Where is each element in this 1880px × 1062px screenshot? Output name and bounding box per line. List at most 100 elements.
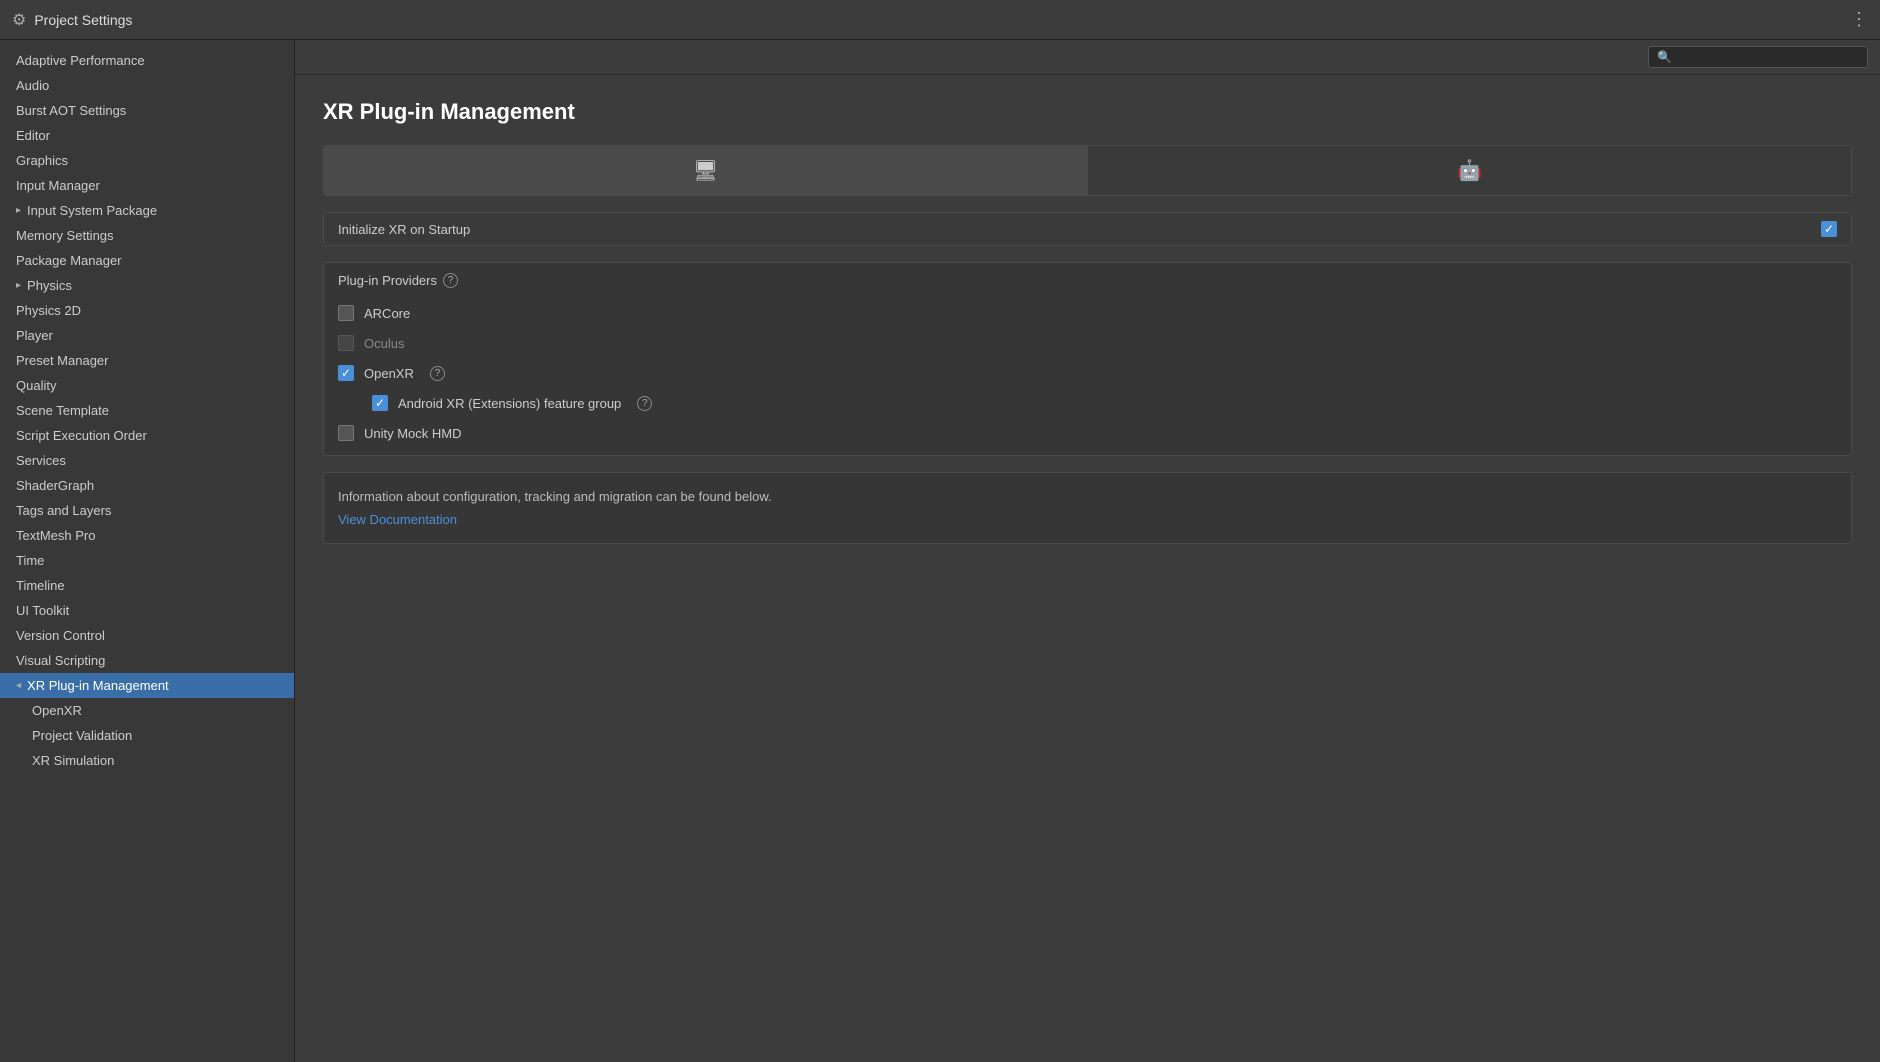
- sidebar-item-label: Time: [16, 553, 44, 568]
- gear-icon: ⚙: [12, 10, 26, 30]
- sidebar-item-physics[interactable]: ▸Physics: [0, 273, 294, 298]
- sidebar-item-label: Version Control: [16, 628, 105, 643]
- sidebar-item-input-system-package[interactable]: ▸ Input System Package: [0, 198, 294, 223]
- sidebar-item-openxr[interactable]: OpenXR: [0, 698, 294, 723]
- initialize-xr-label: Initialize XR on Startup: [338, 222, 1821, 237]
- triangle-icon: ▸: [16, 280, 21, 291]
- tab-desktop[interactable]: 🖥: [324, 146, 1088, 195]
- search-input[interactable]: [1678, 50, 1859, 64]
- sidebar-item-package-manager[interactable]: Package Manager: [0, 248, 294, 273]
- provider-android-xr-row: ✓ Android XR (Extensions) feature group …: [324, 388, 1851, 418]
- main-layout: Adaptive Performance Audio Burst AOT Setti…: [0, 40, 1880, 1062]
- sidebar-item-label: XR Plug-in Management: [27, 678, 169, 693]
- openxr-checkbox[interactable]: ✓: [338, 365, 354, 381]
- tab-bar: 🖥 🤖: [323, 145, 1852, 196]
- sidebar-item-label: Visual Scripting: [16, 653, 105, 668]
- arcore-checkbox[interactable]: [338, 305, 354, 321]
- unity-mock-hmd-checkbox[interactable]: [338, 425, 354, 441]
- sidebar-item-visual-scripting[interactable]: Visual Scripting: [0, 648, 294, 673]
- sidebar-item-graphics[interactable]: Graphics: [0, 148, 294, 173]
- triangle-icon: ▸: [16, 205, 21, 216]
- search-icon: 🔍: [1657, 50, 1672, 64]
- sidebar-item-ui-toolkit[interactable]: UI Toolkit: [0, 598, 294, 623]
- info-section: Information about configuration, trackin…: [323, 472, 1852, 544]
- sidebar-item-label: Input Manager: [16, 178, 100, 193]
- sidebar-item-editor[interactable]: Editor: [0, 123, 294, 148]
- sidebar-item-time[interactable]: Time: [0, 548, 294, 573]
- search-bar: 🔍: [295, 40, 1880, 75]
- sidebar-item-label: Project Validation: [32, 728, 132, 743]
- oculus-label: Oculus: [364, 336, 404, 351]
- sidebar-item-tags-and-layers[interactable]: Tags and Layers: [0, 498, 294, 523]
- sidebar-item-memory-settings[interactable]: Memory Settings: [0, 223, 294, 248]
- sidebar-item-label: Script Execution Order: [16, 428, 147, 443]
- sidebar-item-timeline[interactable]: Timeline: [0, 573, 294, 598]
- page-title: XR Plug-in Management: [323, 99, 1852, 125]
- provider-arcore-row: ARCore: [324, 298, 1851, 328]
- android-xr-help-icon[interactable]: ?: [637, 396, 652, 411]
- window-title: Project Settings: [34, 12, 132, 28]
- sidebar-item-label: XR Simulation: [32, 753, 114, 768]
- sidebar-item-label: Tags and Layers: [16, 503, 111, 518]
- sidebar-item-adaptive-performance[interactable]: Adaptive Performance: [0, 48, 294, 73]
- initialize-xr-checkbox[interactable]: ✓: [1821, 221, 1837, 237]
- sidebar-item-label: Memory Settings: [16, 228, 114, 243]
- sidebar-item-label: Graphics: [16, 153, 68, 168]
- sidebar-item-physics-2d[interactable]: Physics 2D: [0, 298, 294, 323]
- sidebar-item-shader-graph[interactable]: ShaderGraph: [0, 473, 294, 498]
- provider-unity-mock-hmd-row: Unity Mock HMD: [324, 418, 1851, 455]
- content-scroll: XR Plug-in Management 🖥 🤖 Initialize XR …: [295, 75, 1880, 1062]
- desktop-icon: 🖥: [693, 158, 718, 183]
- providers-header: Plug-in Providers ?: [324, 263, 1851, 298]
- initialize-xr-section: Initialize XR on Startup ✓: [323, 212, 1852, 246]
- sidebar-item-version-control[interactable]: Version Control: [0, 623, 294, 648]
- sidebar-item-script-execution-order[interactable]: Script Execution Order: [0, 423, 294, 448]
- sidebar-item-scene-template[interactable]: Scene Template: [0, 398, 294, 423]
- title-bar-left: ⚙ Project Settings: [12, 10, 132, 30]
- providers-help-icon[interactable]: ?: [443, 273, 458, 288]
- unity-mock-hmd-label: Unity Mock HMD: [364, 426, 462, 441]
- provider-oculus-row: Oculus: [324, 328, 1851, 358]
- arcore-label: ARCore: [364, 306, 410, 321]
- sidebar-item-xr-plugin-management[interactable]: ▾XR Plug-in Management: [0, 673, 294, 698]
- sidebar-item-label: OpenXR: [32, 703, 82, 718]
- sidebar-item-label: Editor: [16, 128, 50, 143]
- sidebar-item-services[interactable]: Services: [0, 448, 294, 473]
- sidebar-item-label: TextMesh Pro: [16, 528, 95, 543]
- oculus-checkbox[interactable]: [338, 335, 354, 351]
- sidebar-item-label: ShaderGraph: [16, 478, 94, 493]
- initialize-xr-row: Initialize XR on Startup ✓: [324, 213, 1851, 245]
- window-menu-icon[interactable]: ⋮: [1850, 9, 1868, 30]
- sidebar-item-textmesh-pro[interactable]: TextMesh Pro: [0, 523, 294, 548]
- sidebar-item-label: Input System Package: [27, 203, 157, 218]
- android-xr-checkbox[interactable]: ✓: [372, 395, 388, 411]
- search-input-wrap: 🔍: [1648, 46, 1868, 68]
- view-documentation-link[interactable]: View Documentation: [338, 512, 457, 527]
- title-bar: ⚙ Project Settings ⋮: [0, 0, 1880, 40]
- providers-section: Plug-in Providers ? ARCore Oculus ✓ Open…: [323, 262, 1852, 456]
- sidebar-item-project-validation[interactable]: Project Validation: [0, 723, 294, 748]
- sidebar-item-label: Timeline: [16, 578, 65, 593]
- sidebar-item-label: Burst AOT Settings: [16, 103, 126, 118]
- sidebar-item-label: Player: [16, 328, 53, 343]
- tab-android[interactable]: 🤖: [1088, 146, 1851, 195]
- sidebar-item-player[interactable]: Player: [0, 323, 294, 348]
- sidebar-item-label: Scene Template: [16, 403, 109, 418]
- providers-title: Plug-in Providers: [338, 273, 437, 288]
- provider-openxr-row: ✓ OpenXR ?: [324, 358, 1851, 388]
- sidebar-item-quality[interactable]: Quality: [0, 373, 294, 398]
- sidebar: Adaptive Performance Audio Burst AOT Setti…: [0, 40, 295, 1062]
- info-text: Information about configuration, trackin…: [338, 489, 1837, 504]
- sidebar-item-xr-simulation[interactable]: XR Simulation: [0, 748, 294, 773]
- openxr-help-icon[interactable]: ?: [430, 366, 445, 381]
- sidebar-item-label: Adaptive Performance: [16, 53, 145, 68]
- sidebar-item-input-manager[interactable]: Input Manager: [0, 173, 294, 198]
- sidebar-item-label: Quality: [16, 378, 56, 393]
- sidebar-item-audio[interactable]: Audio: [0, 73, 294, 98]
- sidebar-item-burst-aot[interactable]: Burst AOT Settings: [0, 98, 294, 123]
- sidebar-item-label: UI Toolkit: [16, 603, 69, 618]
- openxr-label: OpenXR: [364, 366, 414, 381]
- android-icon: 🤖: [1457, 158, 1482, 183]
- initialize-xr-checkbox-wrap: ✓: [1821, 221, 1837, 237]
- sidebar-item-preset-manager[interactable]: Preset Manager: [0, 348, 294, 373]
